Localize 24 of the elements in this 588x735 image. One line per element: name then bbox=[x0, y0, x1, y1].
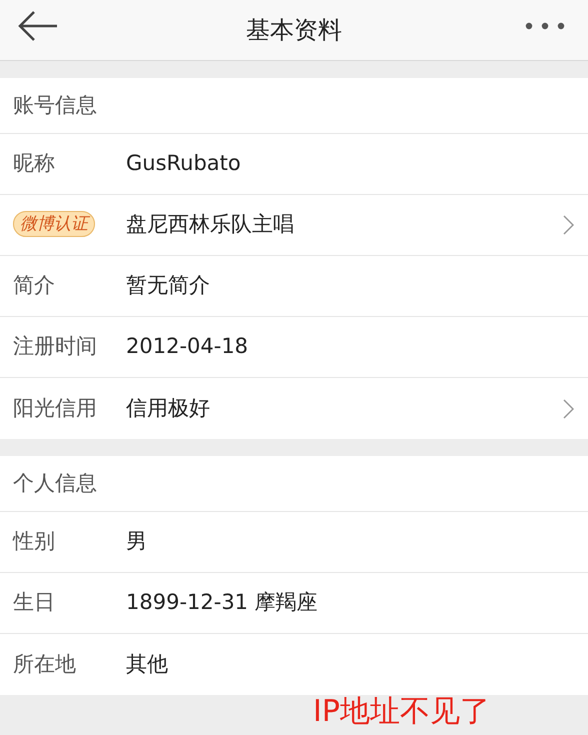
more-icon[interactable] bbox=[525, 22, 565, 30]
back-arrow-icon[interactable] bbox=[17, 10, 59, 42]
field-value: 男 bbox=[126, 528, 148, 556]
field-label: 生日 bbox=[13, 589, 56, 616]
field-label: 注册时间 bbox=[13, 333, 98, 360]
page-title: 基本资料 bbox=[246, 15, 342, 46]
field-value: 其他 bbox=[126, 650, 169, 678]
chevron-icon[interactable] bbox=[563, 398, 574, 418]
field-label: 性别 bbox=[13, 528, 56, 556]
field-value: 2012-04-18 bbox=[126, 333, 250, 360]
field-label: 阳光信用 bbox=[13, 394, 98, 422]
chevron-icon[interactable] bbox=[563, 215, 574, 235]
field-value: GusRubato bbox=[126, 150, 242, 178]
field-value: 信用极好 bbox=[126, 394, 211, 422]
field-label: 昵称 bbox=[13, 150, 56, 178]
section-title: 账号信息 bbox=[13, 92, 97, 119]
section-title: 个人信息 bbox=[13, 470, 97, 497]
field-value: 盘尼西林乐队主唱 bbox=[126, 211, 295, 238]
field-value: 暂无简介 bbox=[126, 272, 211, 300]
verified-badge: 微博认证 bbox=[13, 211, 95, 238]
field-label: 所在地 bbox=[13, 650, 77, 678]
field-label: 简介 bbox=[13, 272, 56, 300]
annotation-text: IP地址不见了 bbox=[313, 694, 490, 729]
field-value: 1899-12-31 摩羯座 bbox=[126, 589, 319, 616]
